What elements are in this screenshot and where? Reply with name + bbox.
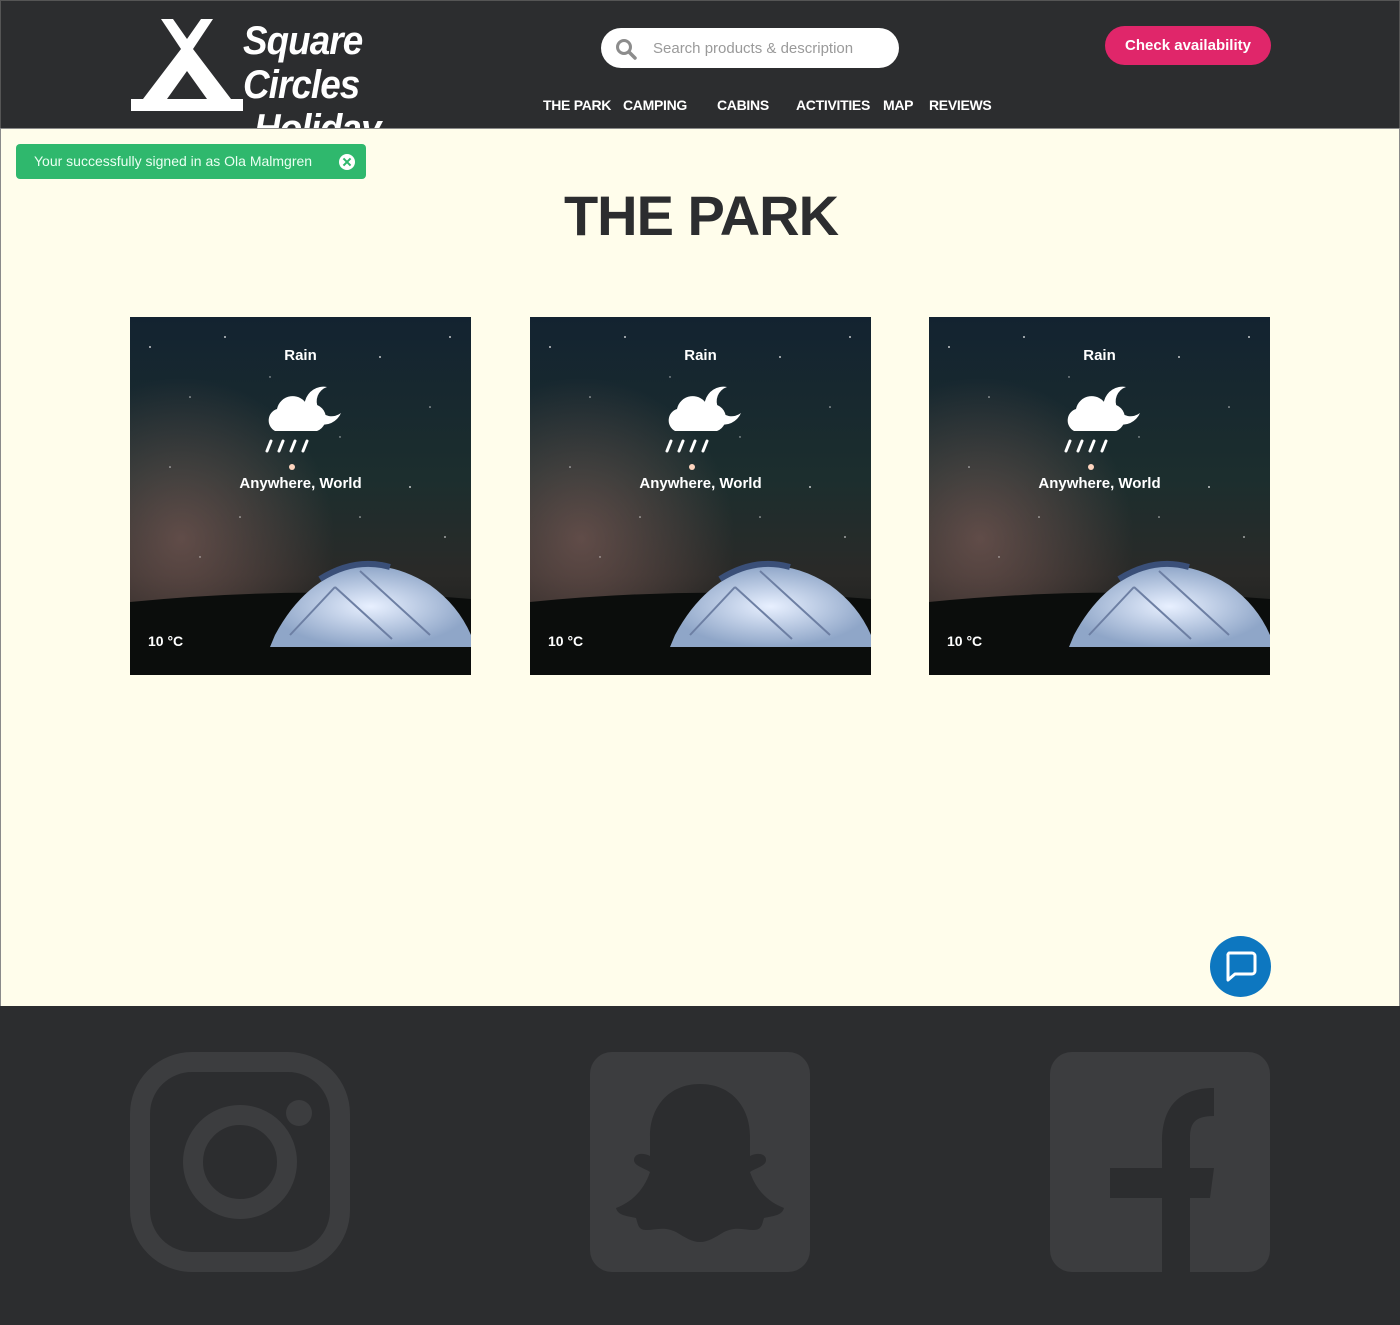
check-availability-button[interactable]: Check availability: [1105, 26, 1271, 65]
weather-condition: Rain: [1083, 347, 1116, 364]
weather-card[interactable]: Rain Anywhere, World 10 °C: [530, 317, 871, 675]
logo-line-1: Square Circles: [243, 19, 363, 107]
weather-condition: Rain: [284, 347, 317, 364]
site-header: Square Circles Holiday Park Check availa…: [0, 0, 1400, 195]
rain-night-icon: [665, 386, 741, 453]
search-input[interactable]: [653, 28, 889, 68]
search-bar: [601, 28, 899, 68]
weather-location: Anywhere, World: [239, 475, 362, 492]
page-title: THE PARK: [563, 184, 839, 247]
weather-temperature: 10 °C: [947, 633, 983, 649]
weather-location: Anywhere, World: [1038, 475, 1161, 492]
weather-card[interactable]: Rain Anywhere, World 10 °C: [130, 317, 471, 675]
weather-location: Anywhere, World: [639, 475, 762, 492]
rain-night-icon: [1064, 386, 1140, 453]
night-tent-photo: [929, 317, 1270, 675]
nav-item-cabins[interactable]: CABINS: [717, 97, 769, 113]
night-tent-photo: [530, 317, 871, 675]
tent-logo-icon: [131, 19, 243, 111]
rain-night-icon: [265, 386, 341, 453]
nav-item-the-park[interactable]: THE PARK: [543, 97, 611, 113]
night-tent-photo: [130, 317, 471, 675]
weather-temperature: 10 °C: [548, 633, 584, 649]
notification-message: Your successfully signed in as Ola Malmg…: [34, 153, 313, 169]
instagram-icon[interactable]: [130, 1052, 350, 1272]
weather-condition: Rain: [684, 347, 717, 364]
chat-button[interactable]: [1210, 936, 1271, 997]
site-logo[interactable]: Square Circles Holiday Park: [131, 19, 461, 195]
nav-item-activities[interactable]: ACTIVITIES: [796, 97, 870, 113]
site-footer: [0, 1006, 1400, 1325]
weather-temperature: 10 °C: [148, 633, 184, 649]
nav-item-camping[interactable]: CAMPING: [623, 97, 687, 113]
facebook-icon[interactable]: [1050, 1052, 1270, 1272]
close-icon[interactable]: [339, 154, 355, 170]
chat-icon: [1226, 951, 1257, 982]
main-content: Your successfully signed in as Ola Malmg…: [0, 128, 1400, 1006]
search-icon[interactable]: [615, 38, 637, 60]
nav-item-reviews[interactable]: REVIEWS: [929, 97, 992, 113]
nav-item-map[interactable]: MAP: [883, 97, 914, 113]
weather-card[interactable]: Rain Anywhere, World 10 °C: [929, 317, 1270, 675]
signin-notification: Your successfully signed in as Ola Malmg…: [16, 144, 366, 179]
snapchat-icon[interactable]: [590, 1052, 810, 1272]
